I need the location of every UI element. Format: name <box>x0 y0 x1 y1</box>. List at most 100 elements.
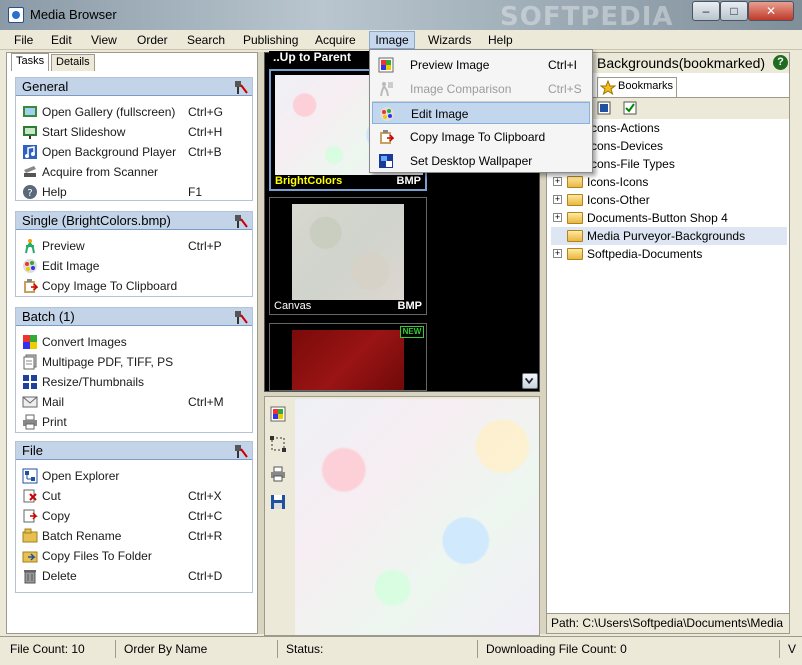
tree-node-selected[interactable]: Media Purveyor-Backgrounds <box>551 227 787 245</box>
music-note-icon <box>23 145 37 159</box>
bookmarks-title: Backgrounds(bookmarked) <box>597 55 766 71</box>
menu-item-edit-image[interactable]: Edit Image <box>372 102 590 124</box>
expand-icon[interactable]: + <box>553 213 562 222</box>
menu-item-image-comparison[interactable]: Image Comparison Ctrl+S <box>372 78 590 100</box>
task-batch-rename[interactable]: Batch Rename Ctrl+R <box>22 526 250 546</box>
menu-search[interactable]: Search <box>185 33 227 49</box>
task-preview[interactable]: Preview Ctrl+P <box>22 236 250 256</box>
tab-bookmarks-label: Bookmarks <box>618 80 674 92</box>
printer-icon <box>23 414 37 430</box>
menu-item-preview-image[interactable]: Preview Image Ctrl+I <box>372 54 590 76</box>
folder-icon <box>567 248 583 260</box>
task-copy-clipboard[interactable]: Copy Image To Clipboard <box>22 276 250 296</box>
group-title: File <box>22 443 43 458</box>
image-menu-dropdown: Preview Image Ctrl+I Image Comparison Ctrl… <box>369 49 593 173</box>
close-button[interactable]: ✕ <box>748 1 794 21</box>
task-cut[interactable]: Cut Ctrl+X <box>22 486 250 506</box>
task-copy-to-folder[interactable]: Copy Files To Folder <box>22 546 250 566</box>
thumbnail-ext: BMP <box>397 300 422 312</box>
task-open-explorer[interactable]: Open Explorer <box>22 466 250 486</box>
group-header[interactable]: Batch (1) <box>16 308 252 326</box>
menu-image[interactable]: Image <box>369 31 415 49</box>
group-header[interactable]: Single (BrightColors.bmp) <box>16 212 252 230</box>
status-text: Status: <box>280 640 478 658</box>
task-open-gallery[interactable]: Open Gallery (fullscreen) Ctrl+G <box>22 102 250 122</box>
expand-icon[interactable]: + <box>553 177 562 186</box>
task-mail[interactable]: Mail Ctrl+M <box>22 392 250 412</box>
help-icon[interactable]: ? <box>773 55 788 70</box>
task-multipage-pdf[interactable]: Multipage PDF, TIFF, PS <box>22 352 250 372</box>
window-title: Media Browser <box>30 7 117 22</box>
bookmark-tool-icon[interactable] <box>597 101 611 115</box>
star-icon <box>600 80 616 96</box>
task-convert-images[interactable]: Convert Images <box>22 332 250 352</box>
title-bar: Media Browser SOFTPEDIA – □ ✕ <box>0 0 802 32</box>
pin-icon[interactable] <box>232 443 248 459</box>
checkbox-tool-icon[interactable] <box>623 101 637 115</box>
thumbnail-name: Canvas <box>274 300 312 312</box>
thumbnail-item[interactable]: NEW <box>269 323 427 391</box>
maximize-button[interactable]: □ <box>720 1 748 21</box>
task-print[interactable]: Print <box>22 412 250 432</box>
minimize-button[interactable]: – <box>692 1 720 21</box>
pin-icon[interactable] <box>232 79 248 95</box>
scroll-down-button[interactable] <box>522 373 538 389</box>
menu-edit[interactable]: Edit <box>49 33 74 49</box>
expand-icon[interactable]: + <box>553 195 562 204</box>
pdf-icon <box>23 354 37 370</box>
pin-icon[interactable] <box>232 213 248 229</box>
wallpaper-icon <box>379 154 393 168</box>
menu-acquire[interactable]: Acquire <box>313 33 358 49</box>
tree-node[interactable]: + Softpedia-Documents <box>551 245 787 263</box>
chevron-down-icon <box>524 377 534 385</box>
pin-icon[interactable] <box>232 309 248 325</box>
menu-view[interactable]: View <box>89 33 119 49</box>
task-acquire-scanner[interactable]: Acquire from Scanner <box>22 162 250 182</box>
tab-details[interactable]: Details <box>51 54 95 71</box>
menu-publishing[interactable]: Publishing <box>241 33 300 49</box>
clipboard-icon <box>24 279 38 293</box>
status-extra: V <box>788 642 797 656</box>
task-start-slideshow[interactable]: Start Slideshow Ctrl+H <box>22 122 250 142</box>
crop-icon[interactable] <box>269 435 287 453</box>
group-title: General <box>22 79 69 94</box>
delete-icon <box>24 570 36 584</box>
tab-bookmarks[interactable]: Bookmarks <box>597 77 677 97</box>
folder-icon <box>567 194 583 206</box>
thumbnail-ext: BMP <box>396 175 421 187</box>
tree-node[interactable]: + Icons-Icons <box>551 173 787 191</box>
task-background-player[interactable]: Open Background Player Ctrl+B <box>22 142 250 162</box>
copy-folder-icon <box>22 551 38 563</box>
menu-item-set-wallpaper[interactable]: Set Desktop Wallpaper <box>372 150 590 172</box>
task-delete[interactable]: Delete Ctrl+D <box>22 566 250 586</box>
thumbnail-item[interactable]: Canvas BMP <box>269 197 427 315</box>
task-copy[interactable]: Copy Ctrl+C <box>22 506 250 526</box>
task-resize-thumbnails[interactable]: Resize/Thumbnails <box>22 372 250 392</box>
group-file: File Open Explorer Cut Ctrl+X Copy Ctrl+C … <box>15 441 253 593</box>
group-batch: Batch (1) Convert Images Multipage PDF, … <box>15 307 253 433</box>
save-icon[interactable] <box>269 493 287 511</box>
menu-order[interactable]: Order <box>135 33 170 49</box>
svg-text:?: ? <box>27 188 32 199</box>
task-edit-image[interactable]: Edit Image <box>22 256 250 276</box>
printer-icon[interactable] <box>269 465 287 483</box>
menu-help[interactable]: Help <box>486 33 515 49</box>
thumbnails-icon <box>23 375 37 389</box>
color-adjust-icon[interactable] <box>269 405 287 423</box>
status-bar: File Count: 10 Order By Name Status: Dow… <box>0 636 802 665</box>
path-bar: Path: C:\Users\Softpedia\Documents\Media <box>547 613 789 633</box>
tree-node[interactable]: + Icons-Other <box>551 191 787 209</box>
menu-wizards[interactable]: Wizards <box>426 33 473 49</box>
edit-image-icon <box>380 107 394 121</box>
task-help[interactable]: ? Help F1 <box>22 182 250 202</box>
expand-icon[interactable]: + <box>553 249 562 258</box>
tree-node[interactable]: + Documents-Button Shop 4 <box>551 209 787 227</box>
group-header[interactable]: File <box>16 442 252 460</box>
menu-item-copy-clipboard[interactable]: Copy Image To Clipboard <box>372 126 590 148</box>
group-header[interactable]: General <box>16 78 252 96</box>
app-icon[interactable] <box>8 7 24 23</box>
explorer-icon <box>22 468 38 484</box>
menu-file[interactable]: File <box>12 33 35 49</box>
mail-icon <box>22 396 38 408</box>
tab-tasks[interactable]: Tasks <box>11 53 50 71</box>
